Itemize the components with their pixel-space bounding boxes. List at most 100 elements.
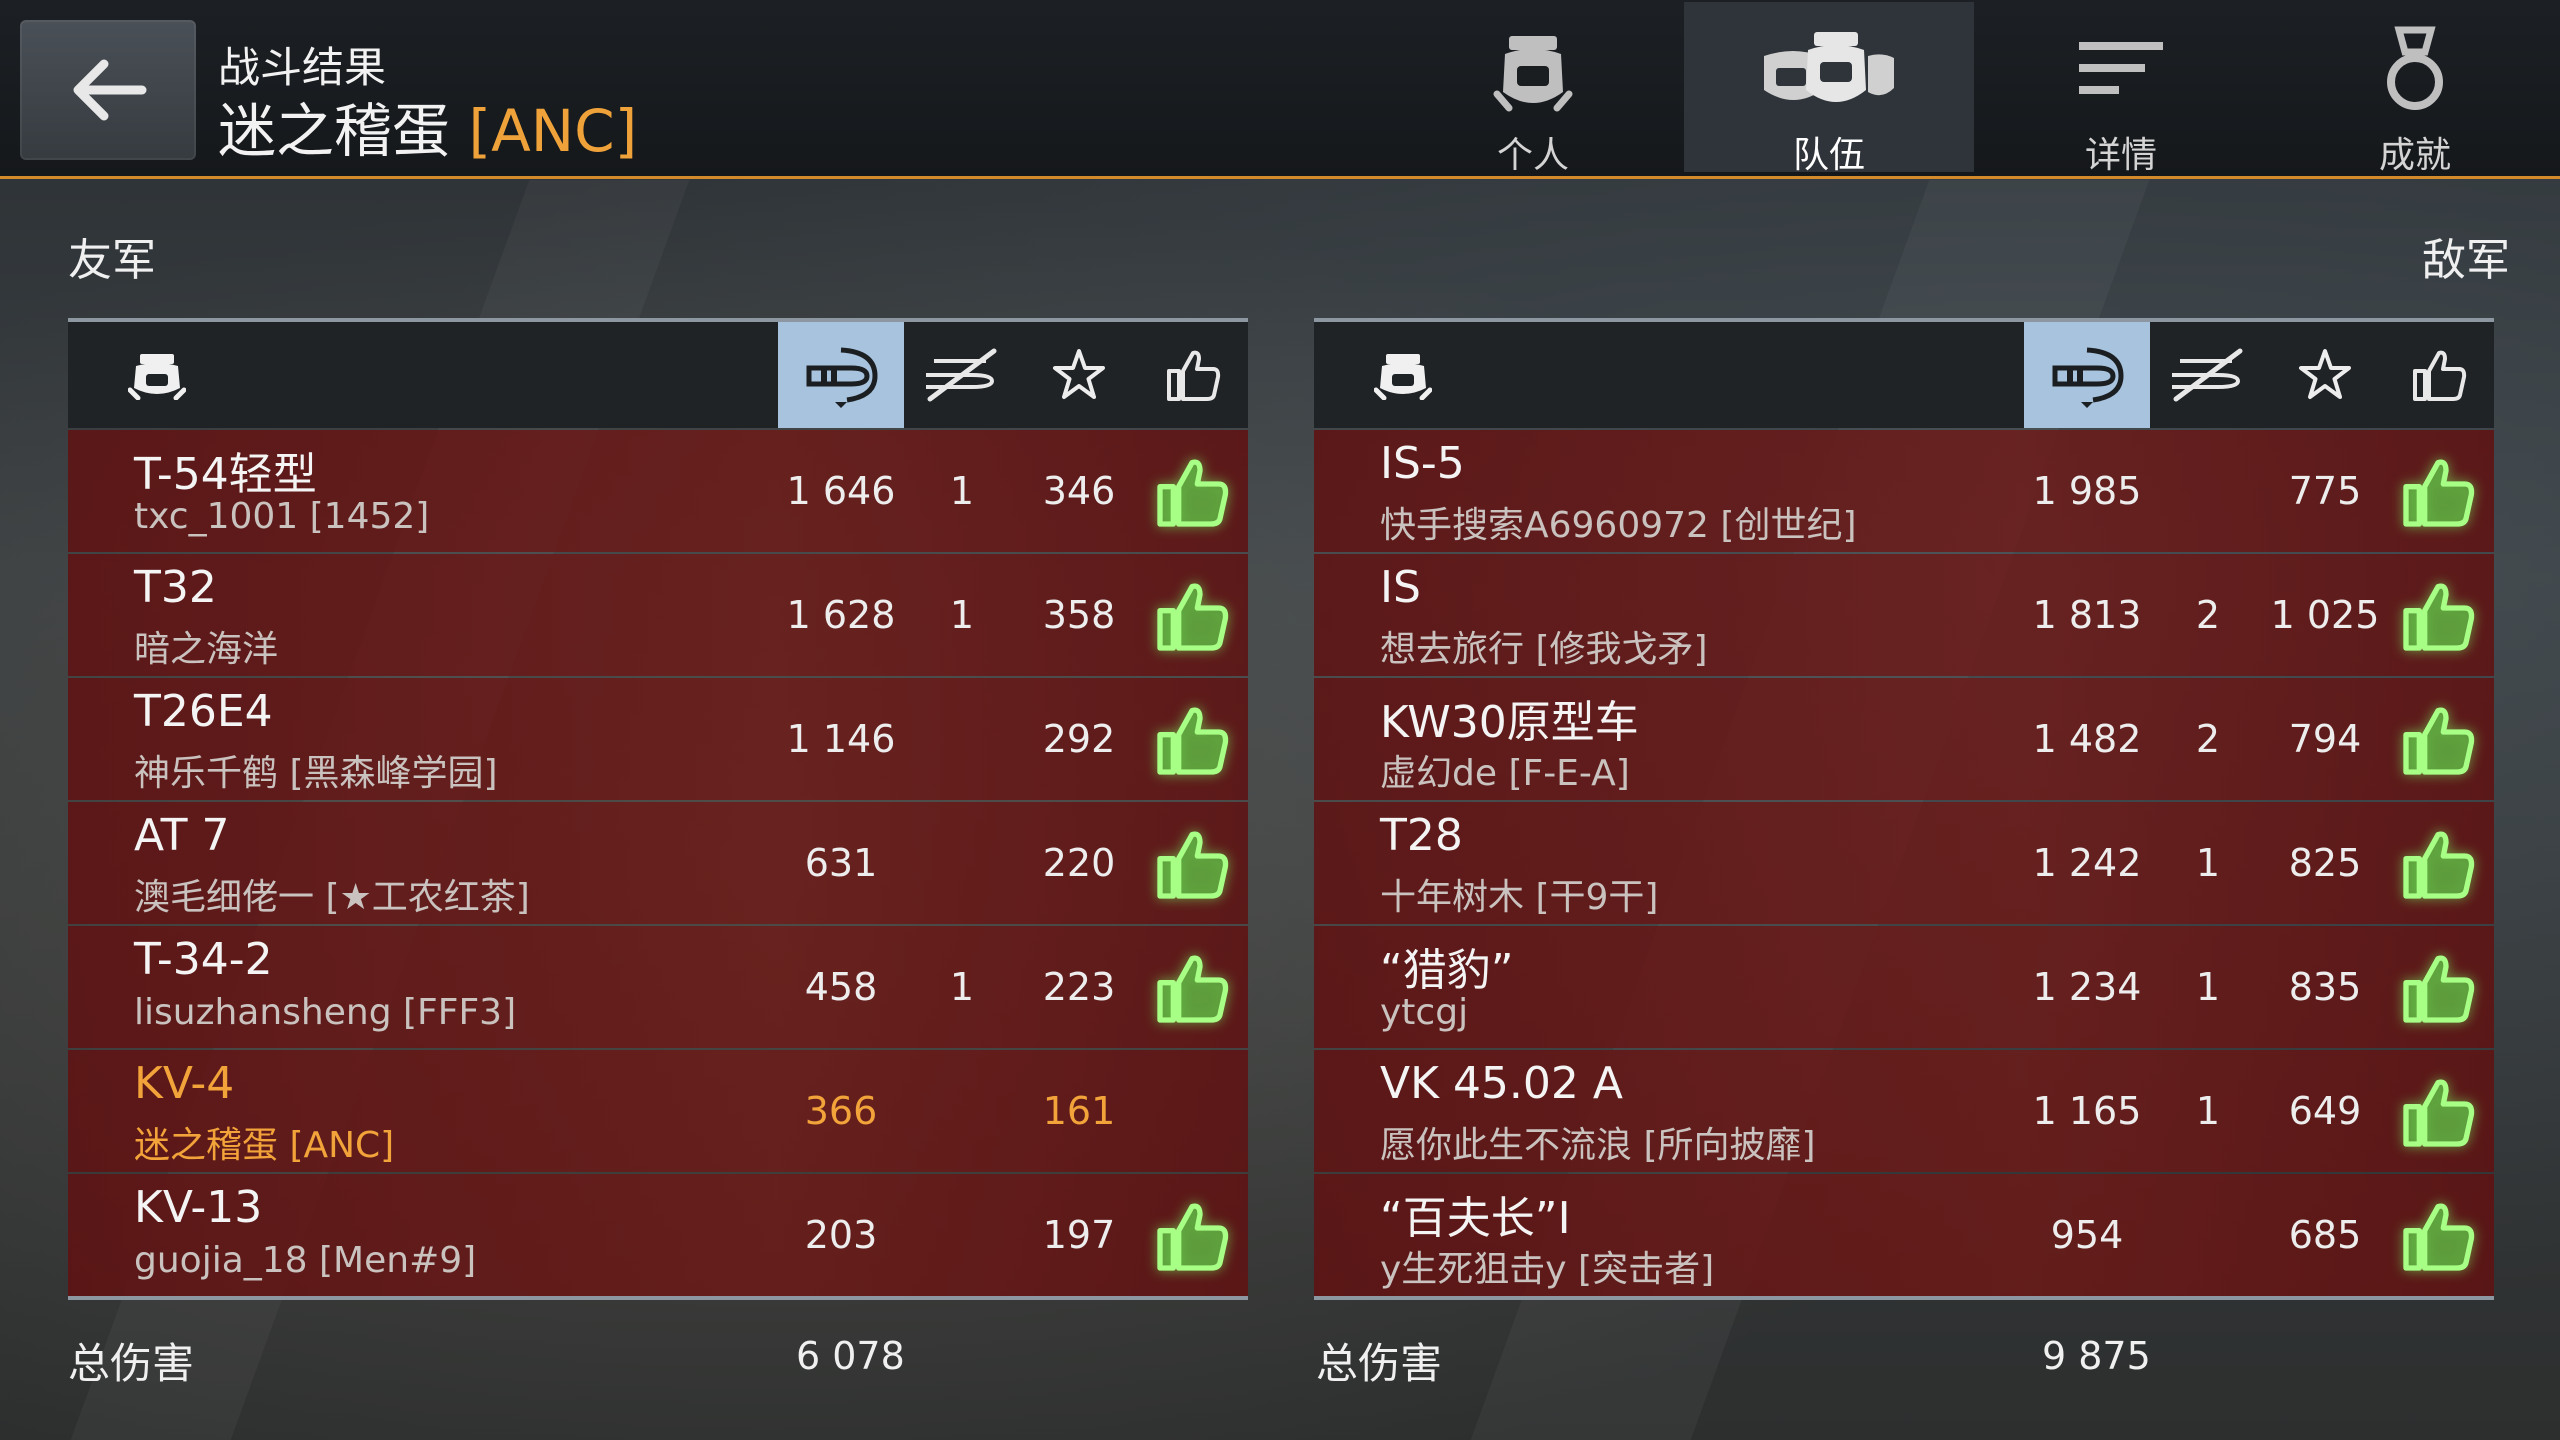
kills-value [2150, 1174, 2266, 1296]
player-row[interactable]: KV-4 迷之稽蛋 [ANC] 366 161 [68, 1050, 1248, 1172]
player-name: 迷之稽蛋 [ANC] [134, 1125, 395, 1166]
damage-value: 1 234 [2032, 965, 2142, 1009]
enemies-title: 敌军 [2422, 235, 2510, 286]
player-row[interactable]: VK 45.02 A 愿你此生不流浪 [所向披靡] 1 165 1 649 [1314, 1050, 2494, 1172]
tab-team[interactable]: 队伍 [1684, 2, 1974, 176]
back-arrow-icon [73, 59, 147, 121]
tank-name: T-54轻型 [134, 449, 317, 500]
xp-column-header[interactable] [1020, 322, 1138, 428]
xp-value: 292 [1042, 717, 1116, 761]
xp-value: 835 [2288, 965, 2362, 1009]
thumbs-up-icon [2413, 350, 2467, 401]
tab-achievements[interactable]: 成就 [2270, 2, 2560, 176]
kills-column-header[interactable] [2150, 322, 2266, 428]
player-row[interactable]: T28 十年树木 [干9干] 1 242 1 825 [1314, 802, 2494, 924]
tank-name: T32 [134, 562, 217, 613]
damage-column-header[interactable] [2024, 322, 2150, 428]
player-row[interactable]: AT 7 澳毛细佬一 [★工农红茶] 631 220 [68, 802, 1248, 924]
like-button[interactable] [2398, 824, 2478, 904]
player-row[interactable]: T26E4 神乐千鹤 [黑森峰学园] 1 146 292 [68, 678, 1248, 800]
damage-value: 1 242 [2032, 841, 2142, 885]
thumbs-up-icon [2403, 707, 2475, 775]
kills-crossed-icon [2172, 348, 2243, 402]
allies-title: 友军 [68, 235, 156, 286]
like-column-header[interactable] [2384, 322, 2494, 428]
thumbs-up-icon [1157, 955, 1229, 1023]
thumbs-up-icon [1167, 350, 1221, 401]
damage-value: 1 482 [2032, 717, 2142, 761]
damage-value: 458 [804, 965, 878, 1009]
kills-value: 1 [949, 965, 975, 1009]
player-row[interactable]: T32 暗之海洋 1 628 1 358 [68, 554, 1248, 676]
player-row[interactable]: IS-5 快手搜索A6960972 [创世纪] 1 985 775 [1314, 430, 2494, 552]
player-title: 迷之稽蛋 [ANC] [218, 84, 637, 168]
xp-value: 358 [1042, 593, 1116, 637]
kills-value: 1 [949, 469, 975, 513]
like-button[interactable] [2398, 1196, 2478, 1276]
thumbs-up-icon [2403, 831, 2475, 899]
like-button[interactable] [2398, 1072, 2478, 1152]
player-clan: [ANC] [468, 97, 638, 165]
tank-icon [128, 354, 186, 400]
player-row[interactable]: T-54轻型 txc_1001 [1452] 1 646 1 346 [68, 430, 1248, 552]
like-button[interactable] [1152, 452, 1232, 532]
tab-team-label: 队伍 [1792, 135, 1865, 176]
like-button[interactable] [2398, 576, 2478, 656]
back-button[interactable] [20, 20, 196, 160]
tab-personal-label: 个人 [1496, 135, 1569, 176]
like-button[interactable] [1152, 576, 1232, 656]
medal-icon [2387, 26, 2443, 110]
allies-total-label: 总伤害 [68, 1339, 195, 1388]
tab-details[interactable]: 详情 [1976, 2, 2266, 176]
tab-achievements-label: 成就 [2378, 135, 2451, 176]
kills-column-header[interactable] [904, 322, 1020, 428]
like-button[interactable] [2398, 700, 2478, 780]
xp-value: 346 [1042, 469, 1116, 513]
allies-total-damage: 6 078 [796, 1334, 905, 1378]
tank-name: T-34-2 [134, 934, 273, 985]
xp-value: 794 [2288, 717, 2362, 761]
xp-value: 223 [1042, 965, 1116, 1009]
player-name: txc_1001 [1452] [134, 496, 430, 537]
player-name: 虚幻de [F-E-A] [1380, 753, 1630, 794]
damage-value: 631 [804, 841, 878, 885]
like-column-header[interactable] [1138, 322, 1248, 428]
thumbs-up-icon [2403, 583, 2475, 651]
kills-value: 1 [949, 593, 975, 637]
damage-value: 203 [804, 1213, 878, 1257]
kills-value: 1 [2195, 965, 2221, 1009]
kills-value [904, 678, 1020, 800]
like-button[interactable] [2398, 948, 2478, 1028]
player-row[interactable]: IS 想去旅行 [修我戈矛] 1 813 2 1 025 [1314, 554, 2494, 676]
like-button[interactable] [1152, 948, 1232, 1028]
thumbs-up-icon [1157, 707, 1229, 775]
star-icon [2299, 349, 2351, 399]
player-name: 澳毛细佬一 [★工农红茶] [134, 877, 530, 918]
player-row[interactable]: T-34-2 lisuzhansheng [FFF3] 458 1 223 [68, 926, 1248, 1048]
single-helmet-icon [1493, 36, 1573, 112]
player-name: 快手搜索A6960972 [创世纪] [1380, 505, 1857, 546]
damage-column-header[interactable] [778, 322, 904, 428]
xp-value: 775 [2288, 469, 2362, 513]
damage-shell-icon [2052, 347, 2124, 408]
player-row[interactable]: KW30原型车 虚幻de [F-E-A] 1 482 2 794 [1314, 678, 2494, 800]
thumbs-up-icon [1157, 1203, 1229, 1271]
player-name: 愿你此生不流浪 [所向披靡] [1380, 1125, 1816, 1166]
like-button[interactable] [2398, 452, 2478, 532]
player-row[interactable]: “百夫长”I y生死狙击y [突击者] 954 685 [1314, 1174, 2494, 1296]
table-header [1314, 322, 2494, 428]
tab-personal[interactable]: 个人 [1388, 2, 1678, 176]
tank-name: IS-5 [1380, 438, 1465, 489]
player-row[interactable]: KV-13 guojia_18 [Men#9] 203 197 [68, 1174, 1248, 1296]
player-row[interactable]: “猎豹” ytcgj 1 234 1 835 [1314, 926, 2494, 1048]
like-button[interactable] [1152, 824, 1232, 904]
like-button[interactable] [1152, 1196, 1232, 1276]
kills-value: 1 [2195, 841, 2221, 885]
kills-value [904, 802, 1020, 924]
like-button[interactable] [1152, 700, 1232, 780]
panel-bottom-rule [1314, 1296, 2494, 1300]
xp-column-header[interactable] [2266, 322, 2384, 428]
kills-value: 2 [2195, 593, 2221, 637]
tank-name: KV-13 [134, 1182, 263, 1233]
table-header [68, 322, 1248, 428]
